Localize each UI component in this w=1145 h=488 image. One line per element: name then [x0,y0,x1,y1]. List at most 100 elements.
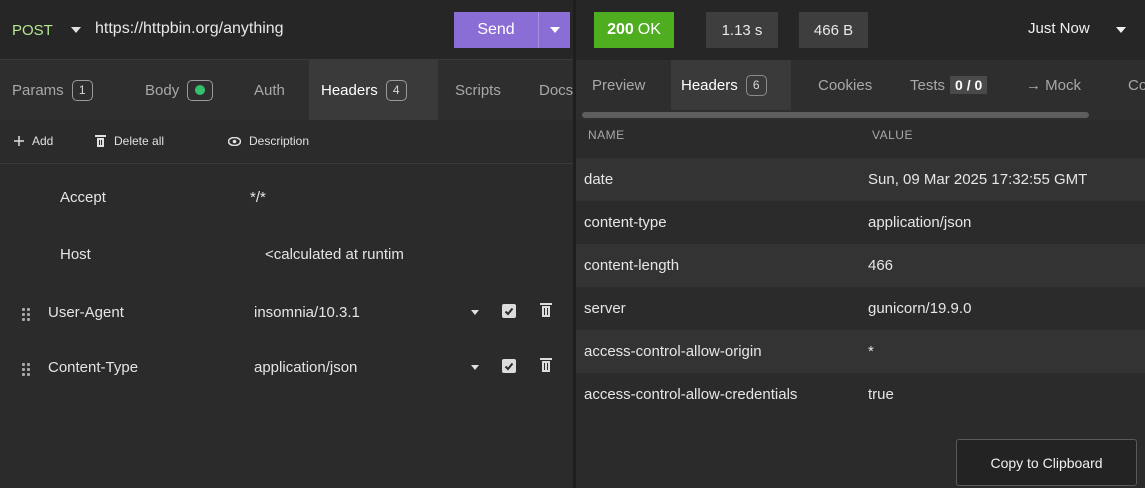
header-value-input[interactable]: insomnia/10.3.1 [254,290,360,335]
tab-tests[interactable]: Tests 0 / 0 [896,60,1001,110]
header-name: content-length [584,257,680,274]
table-row: date Sun, 09 Mar 2025 17:32:55 GMT [576,158,1145,201]
tab-body[interactable]: Body [133,60,225,120]
response-pane: 200 OK 1.13 s 466 B Just Now Preview Hea… [576,0,1145,488]
header-name-input[interactable]: User-Agent [48,290,124,335]
column-header-name: NAME [588,128,625,142]
request-pane: POST https://httpbin.org/anything Send P… [0,0,573,488]
column-header-value: VALUE [872,128,913,142]
table-row: content-length 466 [576,244,1145,287]
header-value: <calculated at runtim [265,246,404,263]
chevron-down-icon[interactable] [471,365,479,370]
eye-icon [228,136,241,146]
response-tabs: Preview Headers 6 Cookies Tests 0 / 0 → … [576,60,1145,120]
url-bar: POST https://httpbin.org/anything Send [0,0,573,60]
default-header-row: Accept */* [0,175,573,220]
tab-label: Headers [321,81,378,99]
response-time-badge: 1.13 s [706,12,778,48]
header-name: Host [60,246,91,263]
headers-count-badge: 4 [385,79,407,101]
tab-label: → Mock [1026,76,1082,94]
header-value: 466 [868,257,894,274]
tab-label: Co [1128,76,1145,94]
trash-icon [95,135,106,147]
header-value: Sun, 09 Mar 2025 17:32:55 GMT [868,171,1088,188]
header-value: * [868,343,874,360]
tab-label: Cookies [818,76,873,94]
header-value: */* [250,189,266,206]
table-row: server gunicorn/19.9.0 [576,287,1145,330]
table-row: content-type application/json [576,201,1145,244]
tab-params[interactable]: Params 1 [0,60,105,120]
tab-label: Body [145,81,180,99]
drag-handle-icon[interactable] [22,361,32,376]
enable-checkbox[interactable] [502,304,516,318]
trash-icon[interactable] [540,303,552,317]
header-name: access-control-allow-origin [584,343,762,360]
header-name: access-control-allow-credentials [584,386,798,403]
header-name-input[interactable]: Content-Type [48,345,138,390]
plus-icon [14,136,24,146]
table-row: access-control-allow-credentials true [576,373,1145,416]
body-status-badge [187,79,214,101]
chevron-down-icon [550,27,560,33]
params-count-badge: 1 [71,79,93,101]
tab-scripts[interactable]: Scripts [443,60,513,120]
url-input[interactable]: https://httpbin.org/anything [95,20,284,38]
add-label: Add [32,134,54,148]
tab-label: Params [12,81,64,99]
header-row: User-Agent insomnia/10.3.1 [0,290,573,335]
header-name: Accept [60,189,106,206]
header-name: date [584,171,614,188]
method-selector[interactable]: POST [12,22,53,39]
tab-label: Headers [681,76,738,94]
response-status-bar: 200 OK 1.13 s 466 B Just Now [576,0,1145,60]
request-tabs: Params 1 Body Auth Headers 4 Scripts Doc… [0,60,573,120]
tab-label: Preview [592,76,646,94]
tab-mock[interactable]: → Mock [1012,60,1095,110]
tab-docs[interactable]: Docs [527,60,573,120]
tab-auth[interactable]: Auth [242,60,297,120]
headers-count-badge: 6 [745,74,767,96]
chevron-down-icon[interactable] [471,310,479,315]
header-value: application/json [868,214,972,231]
status-text: OK [637,21,661,38]
copy-to-clipboard-button[interactable]: Copy to Clipboard [956,439,1137,486]
scroll-thumb[interactable] [582,112,1089,118]
tab-console[interactable]: Co [1114,60,1145,110]
description-toggle-button[interactable]: Description [228,134,309,148]
delete-all-button[interactable]: Delete all [95,134,164,148]
send-button[interactable]: Send [454,12,538,48]
active-dot-icon [195,85,206,95]
tab-response-headers[interactable]: Headers 6 [671,60,791,110]
status-badge: 200 OK [594,12,674,48]
tab-label: Tests [910,76,946,94]
default-header-row: Host <calculated at runtim [0,232,573,277]
header-row: Content-Type application/json [0,345,573,390]
enable-checkbox[interactable] [502,359,516,373]
tab-preview[interactable]: Preview [576,60,661,110]
header-value: gunicorn/19.9.0 [868,300,972,317]
header-name: content-type [584,214,667,231]
response-history-dropdown[interactable]: Just Now [1028,20,1090,37]
method-chevron-down-icon[interactable] [71,27,81,33]
description-label: Description [249,134,310,148]
header-name: server [584,300,626,317]
table-row: access-control-allow-origin * [576,330,1145,373]
status-code: 200 [607,21,634,38]
delete-all-label: Delete all [114,134,165,148]
drag-handle-icon[interactable] [22,306,32,321]
add-header-button[interactable]: Add [14,134,53,148]
header-value: true [868,386,894,403]
tab-cookies[interactable]: Cookies [804,60,886,110]
tab-label: Docs [539,81,573,99]
header-value-input[interactable]: application/json [254,345,357,390]
trash-icon[interactable] [540,358,552,372]
tab-headers[interactable]: Headers 4 [309,60,438,120]
checkmark-icon [504,307,514,316]
checkmark-icon [504,362,514,371]
tabs-scrollbar[interactable] [576,110,1145,120]
tab-label: Auth [254,81,285,99]
send-options-button[interactable] [538,12,570,48]
chevron-down-icon[interactable] [1116,27,1126,33]
